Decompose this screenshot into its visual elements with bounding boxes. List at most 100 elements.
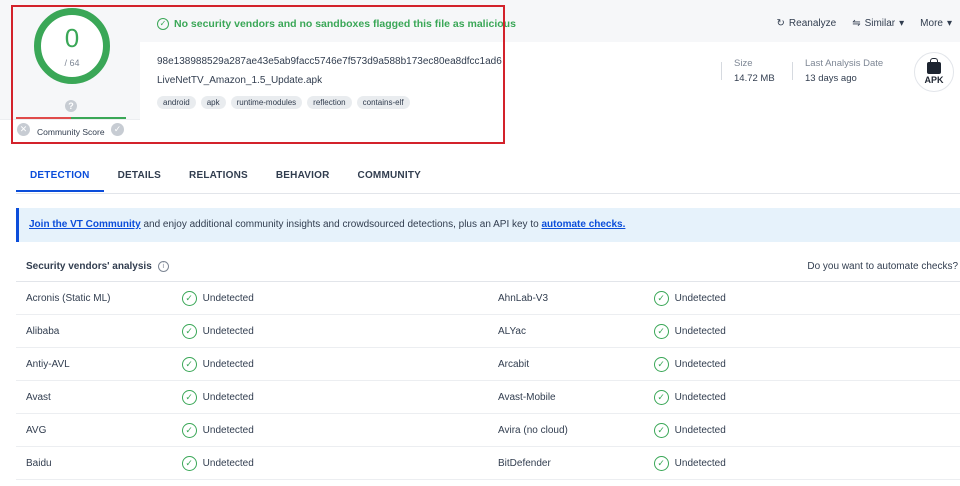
check-circle-icon: ✓ — [653, 290, 669, 306]
refresh-icon: ↻ — [776, 18, 785, 29]
check-circle-icon: ✓ — [181, 455, 197, 471]
file-name: LiveNetTV_Amazon_1.5_Update.apk — [157, 75, 323, 86]
tab-details[interactable]: DETAILS — [104, 160, 175, 192]
more-label: More — [920, 18, 943, 29]
date-value: 13 days ago — [805, 73, 857, 84]
vendor-result: ✓ Undetected — [653, 356, 960, 372]
vendor-name: BitDefender — [498, 457, 551, 469]
check-circle-icon: ✓ — [653, 389, 669, 405]
vendor-result: ✓ Undetected — [181, 356, 488, 372]
tab-behavior[interactable]: BEHAVIOR — [262, 160, 344, 192]
file-hash[interactable]: 98e138988529a287ae43e5ab9facc5746e7f573d… — [157, 56, 502, 67]
size-value: 14.72 MB — [734, 73, 775, 84]
similar-button[interactable]: ⇋ Similar ▾ — [852, 18, 904, 29]
vendor-result: ✓ Undetected — [181, 389, 488, 405]
result-text: Undetected — [674, 325, 726, 337]
automate-checks-link[interactable]: automate checks. — [541, 219, 625, 230]
community-question-icon: ? — [65, 100, 77, 112]
check-circle-icon: ✓ — [157, 18, 169, 30]
result-text: Undetected — [202, 358, 254, 370]
vendor-table: Security vendors' analysis i Do you want… — [16, 252, 960, 480]
reanalyze-label: Reanalyze — [788, 18, 837, 29]
info-icon[interactable]: i — [157, 261, 169, 272]
vendor-result: ✓ Undetected — [653, 389, 960, 405]
vote-malicious-icon[interactable]: ✕ — [17, 123, 30, 136]
banner-text: and enjoy additional community insights … — [140, 219, 542, 230]
vendor-name: AVG — [26, 424, 47, 436]
vendor-name: Baidu — [26, 457, 52, 469]
more-button[interactable]: More ▾ — [920, 18, 952, 29]
check-circle-icon: ✓ — [181, 356, 197, 372]
vendor-rows: Acronis (Static ML) ✓ Undetected AhnLab-V3 ✓… — [16, 282, 960, 480]
date-meta: Last Analysis Date 13 days ago — [805, 58, 883, 84]
result-text: Undetected — [674, 391, 726, 403]
reanalyze-button[interactable]: ↻ Reanalyze — [777, 18, 837, 29]
table-row: Antiy-AVL ✓ Undetected Arcabit ✓ Undetected — [16, 348, 960, 381]
size-label: Size — [734, 58, 753, 69]
check-circle-icon: ✓ — [181, 323, 197, 339]
detection-count: 0 — [64, 23, 80, 53]
meta-divider — [721, 62, 722, 80]
tab-bar: DETECTION DETAILS RELATIONS BEHAVIOR COM… — [16, 160, 435, 192]
result-text: Undetected — [202, 292, 254, 304]
tab-community[interactable]: COMMUNITY — [344, 160, 435, 192]
vendor-name: Antiy-AVL — [26, 358, 70, 370]
vendor-name: Acronis (Static ML) — [26, 292, 111, 304]
automate-checks-prompt[interactable]: Do you want to automate checks? — [807, 261, 958, 272]
action-bar: ↻ Reanalyze ⇋ Similar ▾ More ▾ — [777, 18, 960, 29]
vendor-result: ✓ Undetected — [653, 323, 960, 339]
check-circle-icon: ✓ — [653, 323, 669, 339]
result-text: Undetected — [674, 424, 726, 436]
check-circle-icon: ✓ — [181, 422, 197, 438]
verdict-banner: ✓ No security vendors and no sandboxes f… — [157, 18, 516, 30]
vendor-name: Avast — [26, 391, 51, 403]
join-community-link[interactable]: Join the VT Community — [29, 219, 141, 230]
detection-total: / 64 — [64, 58, 80, 68]
meta-divider — [792, 62, 793, 80]
check-circle-icon: ✓ — [653, 455, 669, 471]
file-type-label: APK — [924, 74, 944, 85]
apk-bag-icon — [927, 57, 941, 74]
vendor-name: ALYac — [498, 325, 526, 337]
table-row: Alibaba ✓ Undetected ALYac ✓ Undetected — [16, 315, 960, 348]
table-title: Security vendors' analysis i — [26, 261, 169, 272]
chevron-down-icon: ▾ — [946, 18, 952, 29]
check-circle-icon: ✓ — [653, 356, 669, 372]
table-row: Acronis (Static ML) ✓ Undetected AhnLab-V3 ✓… — [16, 282, 960, 315]
tag[interactable]: reflection — [307, 96, 352, 109]
result-text: Undetected — [202, 424, 254, 436]
file-type-badge: APK — [914, 52, 954, 92]
community-score-label: Community Score — [37, 127, 105, 137]
vendor-result: ✓ Undetected — [653, 422, 960, 438]
vendor-name: AhnLab-V3 — [498, 292, 549, 304]
table-row: Baidu ✓ Undetected BitDefender ✓ Undetected — [16, 447, 960, 480]
vendor-result: ✓ Undetected — [181, 422, 488, 438]
result-text: Undetected — [202, 325, 254, 337]
score-panel: 0 / 64 ? ✕ Community Score ✓ — [14, 8, 140, 140]
result-text: Undetected — [202, 391, 254, 403]
vendor-result: ✓ Undetected — [653, 290, 960, 306]
vote-harmless-icon[interactable]: ✓ — [111, 123, 124, 136]
result-text: Undetected — [674, 292, 726, 304]
table-row: Avast ✓ Undetected Avast-Mobile ✓ Undetected — [16, 381, 960, 414]
date-label: Last Analysis Date — [805, 58, 884, 69]
tab-relations[interactable]: RELATIONS — [175, 160, 262, 192]
vendor-result: ✓ Undetected — [181, 290, 488, 306]
tag[interactable]: apk — [200, 96, 226, 109]
tag[interactable]: runtime-modules — [230, 96, 303, 109]
table-header: Security vendors' analysis i Do you want… — [16, 252, 960, 282]
tab-divider — [16, 193, 960, 194]
table-title-text: Security vendors' analysis — [26, 261, 152, 272]
vendor-result: ✓ Undetected — [653, 455, 960, 471]
check-circle-icon: ✓ — [181, 290, 197, 306]
tag[interactable]: android — [157, 96, 196, 109]
vendor-name: Avast-Mobile — [498, 391, 556, 403]
result-text: Undetected — [674, 358, 726, 370]
tab-detection[interactable]: DETECTION — [16, 160, 104, 192]
similar-icon: ⇋ — [852, 18, 861, 29]
result-text: Undetected — [674, 457, 726, 469]
check-circle-icon: ✓ — [653, 422, 669, 438]
tag[interactable]: contains-elf — [356, 96, 410, 109]
check-circle-icon: ✓ — [181, 389, 197, 405]
vendor-name: Alibaba — [26, 325, 60, 337]
